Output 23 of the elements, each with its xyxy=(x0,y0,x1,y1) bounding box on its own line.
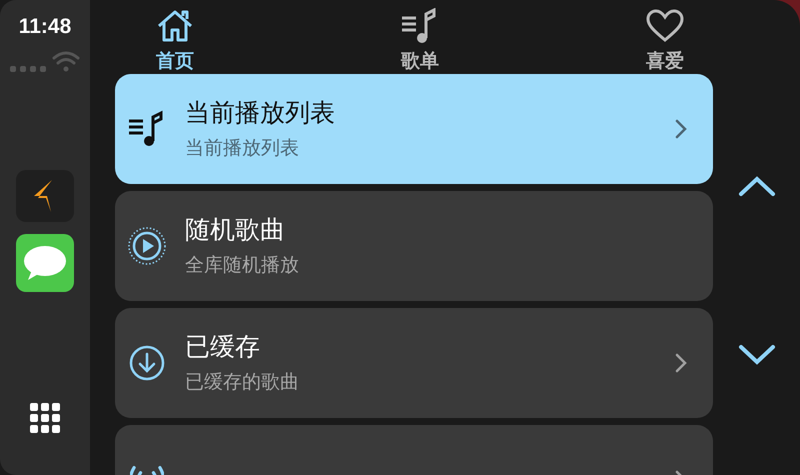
menu-row[interactable]: 当前播放列表 当前播放列表 xyxy=(115,74,713,184)
download-icon xyxy=(127,343,167,383)
tab[interactable]: 喜爱 xyxy=(620,0,710,74)
row-title: 当前播放列表 xyxy=(185,97,335,129)
clock-time: 11:48 xyxy=(18,14,72,40)
row-title: 随机歌曲 xyxy=(185,214,285,246)
row-subtitle: 已缓存的歌曲 xyxy=(185,370,299,395)
messages-app-icon[interactable] xyxy=(16,234,74,292)
menu-row[interactable]: 已缓存 已缓存的歌曲 xyxy=(115,308,713,418)
scroll-down-icon[interactable] xyxy=(736,343,776,367)
row-subtitle: 全库随机播放 xyxy=(185,253,299,278)
heart-icon xyxy=(645,8,685,44)
app-grid-icon[interactable] xyxy=(29,402,61,434)
nav-app-icon[interactable] xyxy=(16,170,74,222)
tab[interactable]: 首页 xyxy=(130,0,220,74)
menu-row[interactable]: 随机歌曲 全库随机播放 xyxy=(115,191,713,301)
row-title: 已缓存 xyxy=(185,331,260,363)
tab[interactable]: 歌单 xyxy=(375,0,465,74)
row-subtitle: 当前播放列表 xyxy=(185,136,299,161)
scroll-up-icon[interactable] xyxy=(736,174,776,198)
play-circle-icon xyxy=(127,226,167,266)
home-icon xyxy=(155,8,195,44)
signal-wifi-icon xyxy=(10,50,80,74)
